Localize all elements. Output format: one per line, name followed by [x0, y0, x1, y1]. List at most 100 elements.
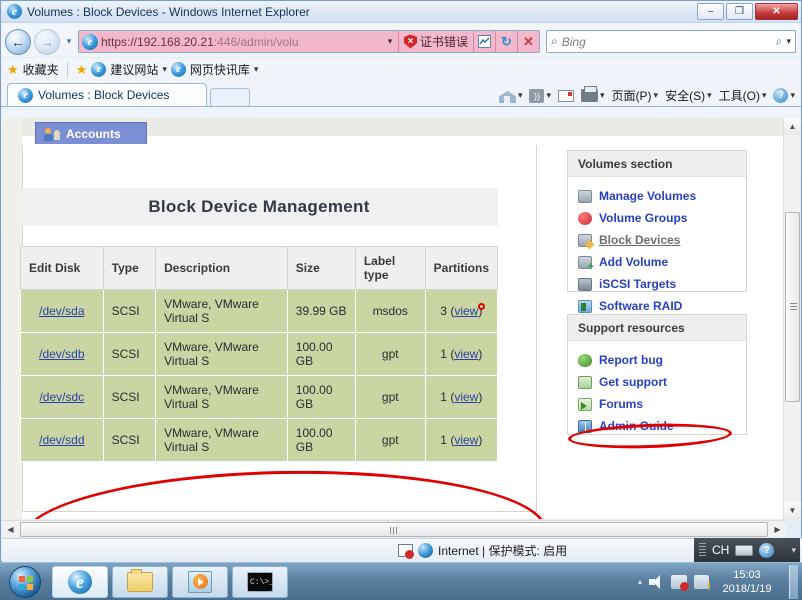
vertical-scrollbar-thumb[interactable] — [785, 212, 800, 402]
show-hidden-icons-arrow-icon[interactable]: ▴ — [638, 577, 642, 586]
chevron-down-icon[interactable]: ▾ — [762, 90, 767, 101]
link-report-bug[interactable]: Report bug — [578, 349, 746, 371]
search-box[interactable]: ⌕ Bing ⌕ ▾ — [546, 30, 796, 53]
column-header-type: Type — [102, 246, 157, 290]
window-title-bar: Volumes : Block Devices - Windows Intern… — [1, 1, 801, 23]
chevron-down-icon[interactable]: ▾ — [790, 90, 795, 101]
table-row: /dev/sdc SCSI VMware, VMware Virtual S 1… — [20, 375, 499, 419]
security-zone-indicator[interactable]: Internet | 保护模式: 启用 — [398, 542, 567, 559]
partitions-view-link[interactable]: view — [454, 433, 478, 447]
partitions-view-link[interactable]: view — [454, 347, 478, 361]
chevron-down-icon[interactable]: ▾ — [518, 90, 523, 101]
add-favorite-icon[interactable]: ★ — [76, 62, 88, 78]
search-provider-caret[interactable]: ▾ — [786, 36, 791, 47]
scroll-down-arrow-icon[interactable]: ▼ — [784, 502, 801, 519]
chevron-down-icon[interactable]: ▾ — [654, 90, 659, 101]
language-bar-overflow[interactable]: ▾ — [791, 545, 800, 554]
help-icon[interactable] — [759, 542, 775, 558]
feeds-button[interactable]: ▾ — [527, 88, 553, 103]
link-volume-groups[interactable]: Volume Groups — [578, 207, 746, 229]
favorites-item-suggested-sites[interactable]: 建议网站 — [110, 61, 158, 78]
link-add-volume[interactable]: Add Volume — [578, 251, 746, 273]
taskbar-button-media-player[interactable] — [172, 565, 228, 598]
help-icon — [773, 88, 789, 103]
safety-menu[interactable]: 安全(S) ▾ — [663, 87, 714, 104]
address-bar[interactable]: https://192.168.20.21:446/admin/volu ▾ 证… — [78, 30, 540, 53]
refresh-button[interactable]: ↻ — [495, 31, 517, 52]
drag-handle[interactable] — [699, 543, 706, 557]
maximize-button[interactable]: ❐ — [726, 3, 753, 20]
link-manage-volumes[interactable]: Manage Volumes — [578, 185, 746, 207]
partitions-view-link[interactable]: view — [454, 304, 478, 318]
device-description: VMware, VMware Virtual S — [155, 289, 288, 333]
back-button[interactable]: ← — [5, 28, 31, 55]
device-link-cell[interactable]: /dev/sdb — [20, 332, 104, 376]
link-get-support[interactable]: Get support — [578, 371, 746, 393]
start-button[interactable] — [2, 565, 48, 599]
taskbar-button-file-explorer[interactable] — [112, 565, 168, 598]
stop-button[interactable]: ✕ — [517, 31, 539, 52]
taskbar-button-internet-explorer[interactable] — [52, 565, 108, 598]
network-icon[interactable] — [671, 574, 689, 591]
language-bar[interactable]: CH ▾ — [694, 538, 800, 562]
device-link-cell[interactable]: /dev/sdc — [20, 375, 104, 419]
device-link-cell[interactable]: /dev/sda — [20, 289, 104, 333]
favorites-item-web-slice[interactable]: 网页快讯库 — [190, 61, 250, 78]
scroll-right-arrow-icon[interactable]: ▶ — [769, 521, 786, 538]
search-input[interactable]: Bing — [562, 35, 776, 49]
chevron-down-icon[interactable]: ▾ — [707, 90, 712, 101]
favorites-label[interactable]: 收藏夹 — [23, 61, 59, 78]
chevron-down-icon[interactable]: ▾ — [162, 64, 167, 75]
command-bar: ▾ ▾ ▾ 页面(P) ▾ 安全(S) ▾ 工具(O) — [497, 86, 797, 104]
link-label: Volume Groups — [599, 211, 688, 225]
clock[interactable]: 15:03 2018/1/19 — [716, 568, 778, 596]
new-tab-button[interactable] — [210, 88, 250, 106]
horizontal-scrollbar[interactable]: ◀ ▶ — [2, 520, 786, 537]
chevron-down-icon[interactable]: ▾ — [254, 64, 259, 75]
device-link[interactable]: /dev/sda — [39, 304, 84, 318]
volume-icon[interactable] — [649, 574, 664, 589]
device-link[interactable]: /dev/sdd — [39, 433, 84, 447]
guide-icon — [578, 419, 592, 433]
device-link[interactable]: /dev/sdb — [39, 347, 84, 361]
input-language-label[interactable]: CH — [712, 543, 729, 557]
chevron-down-icon[interactable]: ▾ — [546, 90, 551, 101]
link-block-devices[interactable]: Block Devices — [578, 229, 746, 251]
minimize-button[interactable]: – — [697, 3, 724, 20]
link-forums[interactable]: Forums — [578, 393, 746, 415]
support-icon — [578, 375, 592, 389]
device-link[interactable]: /dev/sdc — [39, 390, 84, 404]
recent-pages-caret[interactable]: ▾ — [63, 36, 75, 47]
search-go-icon[interactable]: ⌕ — [776, 34, 783, 49]
page-menu[interactable]: 页面(P) ▾ — [610, 87, 661, 104]
link-iscsi-targets[interactable]: iSCSI Targets — [578, 273, 746, 295]
keyboard-icon[interactable] — [735, 544, 754, 556]
forward-button[interactable]: → — [34, 28, 60, 55]
show-desktop-button[interactable] — [789, 564, 798, 599]
taskbar-button-command-prompt[interactable]: C:\>_ — [232, 565, 288, 598]
scroll-up-arrow-icon[interactable]: ▲ — [784, 118, 801, 135]
close-button[interactable]: ✕ — [755, 3, 798, 20]
help-menu[interactable]: ▾ — [771, 88, 797, 103]
link-admin-guide[interactable]: Admin Guide — [578, 415, 746, 437]
shield-error-icon — [403, 34, 417, 49]
action-center-icon[interactable] — [694, 574, 711, 593]
nav-tab-accounts[interactable]: Accounts — [35, 122, 147, 144]
tab-volumes-block-devices[interactable]: Volumes : Block Devices — [7, 83, 207, 106]
device-label-type: gpt — [354, 418, 426, 462]
home-button[interactable]: ▾ — [497, 88, 525, 103]
read-mail-button[interactable] — [556, 89, 576, 102]
certificate-error-indicator[interactable]: 证书错误 — [397, 31, 473, 52]
horizontal-scrollbar-thumb[interactable] — [20, 521, 768, 537]
compatibility-view-button[interactable] — [473, 31, 495, 52]
tools-menu[interactable]: 工具(O) ▾ — [717, 87, 769, 104]
device-link-cell[interactable]: /dev/sdd — [20, 418, 104, 462]
printer-icon — [581, 86, 599, 102]
chevron-down-icon[interactable]: ▾ — [382, 36, 398, 47]
vertical-scrollbar[interactable]: ▲ ▼ — [783, 118, 801, 519]
print-button[interactable]: ▾ — [579, 86, 607, 102]
partitions-view-link[interactable]: view — [454, 390, 478, 404]
scroll-left-arrow-icon[interactable]: ◀ — [2, 521, 19, 538]
forums-icon — [578, 397, 592, 411]
chevron-down-icon[interactable]: ▾ — [600, 90, 605, 101]
